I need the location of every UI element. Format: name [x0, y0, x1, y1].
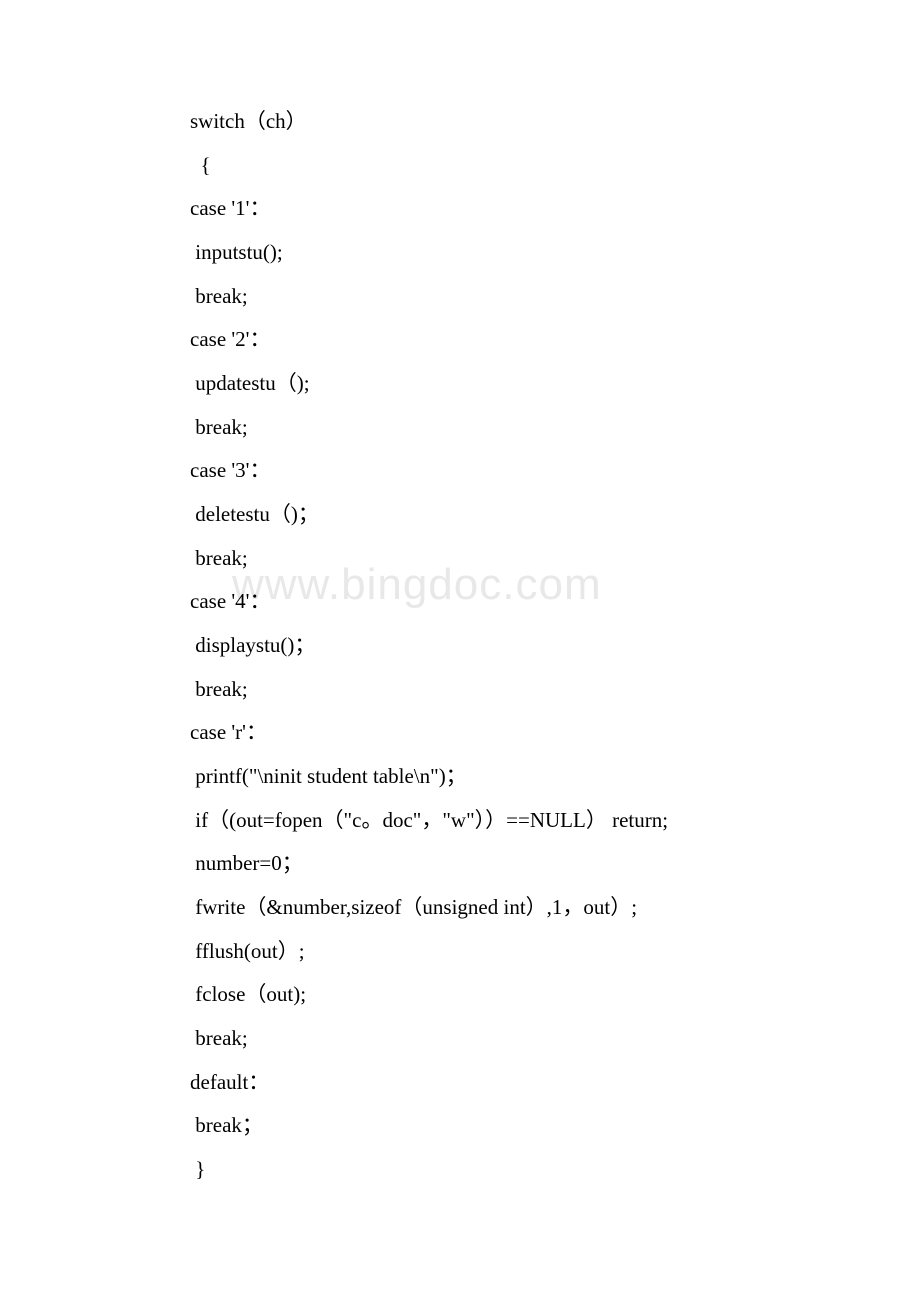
- code-line: case '2'：: [190, 318, 920, 362]
- code-line: inputstu();: [190, 231, 920, 275]
- code-line: updatestu（);: [190, 362, 920, 406]
- code-line: break;: [190, 275, 920, 319]
- code-line: break;: [190, 668, 920, 712]
- code-line: displaystu()；: [190, 624, 920, 668]
- code-line: switch（ch）: [190, 100, 920, 144]
- code-line: case 'r'：: [190, 711, 920, 755]
- code-line: case '1'：: [190, 187, 920, 231]
- code-line: break;: [190, 406, 920, 450]
- code-line: break;: [190, 537, 920, 581]
- code-line: deletestu（)；: [190, 493, 920, 537]
- code-line: printf("\ninit student table\n")；: [190, 755, 920, 799]
- code-line: }: [190, 1148, 920, 1192]
- code-line: break；: [190, 1104, 920, 1148]
- code-line: fflush(out）;: [190, 930, 920, 974]
- code-line: {: [190, 144, 920, 188]
- code-line: fclose（out);: [190, 973, 920, 1017]
- code-line: number=0；: [190, 842, 920, 886]
- code-line: case '3'：: [190, 449, 920, 493]
- code-line: fwrite（&number,sizeof（unsigned int）,1，ou…: [190, 886, 920, 930]
- code-line: break;: [190, 1017, 920, 1061]
- code-line: default：: [190, 1061, 920, 1105]
- code-line: case '4'：: [190, 580, 920, 624]
- code-line: if（(out=fopen（"c。doc"，"w"））==NULL） retur…: [190, 799, 920, 843]
- code-content: switch（ch） { case '1'： inputstu(); break…: [190, 100, 920, 1192]
